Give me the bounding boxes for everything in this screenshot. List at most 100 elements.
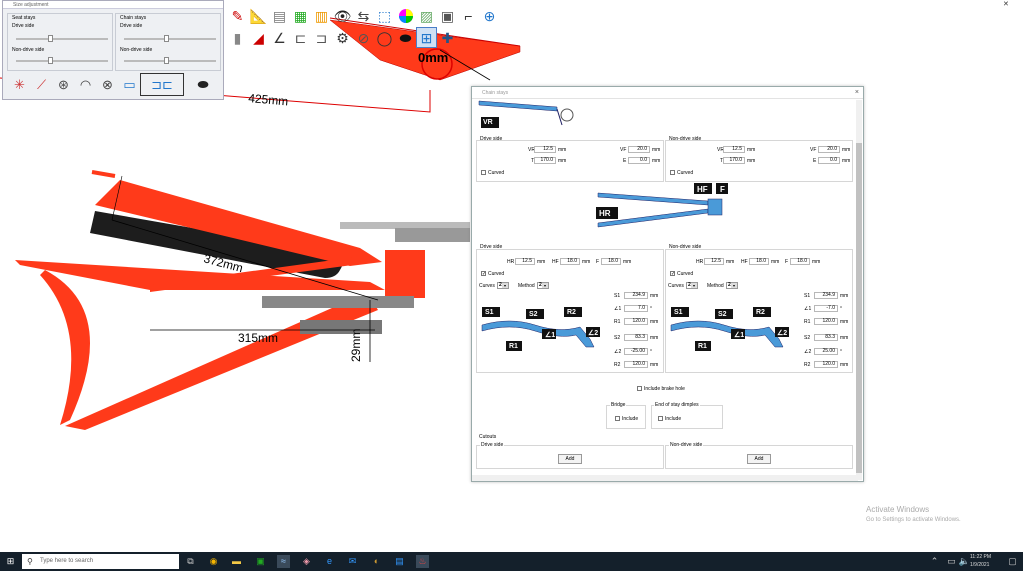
window-close-icon[interactable]: ✕ xyxy=(1003,0,1009,8)
app-icon-3[interactable]: ◐ xyxy=(370,555,383,568)
taskbar-search[interactable]: ⚲ Type here to search xyxy=(22,554,179,569)
chain-non-drive-slider[interactable] xyxy=(124,57,216,64)
scrollbar-thumb[interactable] xyxy=(856,143,862,473)
a2-drive-input[interactable]: -25.00 xyxy=(624,348,648,355)
t-drive-input[interactable]: 170.0 xyxy=(534,157,556,164)
network-icon[interactable]: ▭ xyxy=(945,555,958,568)
chainstay-part-icon[interactable]: ⊐⊏ xyxy=(140,73,184,96)
hf-drive-input[interactable]: 18.0 xyxy=(560,258,580,265)
mail-icon[interactable]: ✉ xyxy=(346,555,359,568)
r2-drive-input[interactable]: 120.0 xyxy=(624,361,648,368)
material-icon[interactable]: ⬚ xyxy=(375,6,394,25)
capsule-icon[interactable]: ⬬ xyxy=(396,28,415,47)
r2-nondrive-input[interactable]: 120.0 xyxy=(814,361,838,368)
s1-drive-input[interactable]: 234.9 xyxy=(624,292,648,299)
clock-time[interactable]: 11:22 PM xyxy=(970,554,991,560)
angle-icon[interactable]: ∠ xyxy=(270,28,289,47)
method-drive-select[interactable]: 2 ▾ xyxy=(537,282,549,289)
move-icon[interactable]: ⊕ xyxy=(480,6,499,25)
tray-chevron-icon[interactable]: ⌃ xyxy=(928,555,941,568)
chainstay-tool-icon[interactable]: ⊞ xyxy=(416,27,437,48)
stay-part-icon[interactable]: ▭ xyxy=(119,74,140,95)
e-nondrive-input[interactable]: 0.0 xyxy=(818,157,840,164)
saddle-part-icon[interactable]: ⬬ xyxy=(185,74,221,95)
app-icon-5[interactable]: ♨ xyxy=(416,555,429,568)
stripes-icon[interactable]: ▥ xyxy=(312,6,331,25)
hr-drive-input[interactable]: 12.5 xyxy=(515,258,535,265)
cross-icon[interactable]: ✚ xyxy=(438,28,457,47)
ruler-icon[interactable]: 📐 xyxy=(249,6,268,25)
rim-part-icon[interactable]: ⊗ xyxy=(97,74,118,95)
active-app-icon[interactable]: ≈ xyxy=(277,555,290,568)
document-icon[interactable]: ▤ xyxy=(270,6,289,25)
curves-nondrive-select[interactable]: 2 ▾ xyxy=(686,282,698,289)
r1-nondrive-input[interactable]: 120.0 xyxy=(814,318,838,325)
clock-date[interactable]: 1/9/2021 xyxy=(970,562,989,568)
r1-drive-input[interactable]: 120.0 xyxy=(624,318,648,325)
t-nondrive-input[interactable]: 170.0 xyxy=(723,157,745,164)
chain-drive-slider[interactable] xyxy=(124,35,216,42)
a1-nondrive-input[interactable]: -7.0 xyxy=(814,305,838,312)
s2-drive-input[interactable]: 83.3 xyxy=(624,334,648,341)
file-explorer-icon[interactable]: ▬ xyxy=(230,555,243,568)
lug-icon[interactable]: ⊏ xyxy=(291,28,310,47)
dimples-include-checkbox[interactable] xyxy=(658,416,663,421)
chrome-icon[interactable]: ◉ xyxy=(207,555,220,568)
cube-icon[interactable]: ▣ xyxy=(438,6,457,25)
f-drive-input[interactable]: 18.0 xyxy=(601,258,621,265)
horizontal-scrollbar[interactable] xyxy=(472,475,858,481)
chain-nondrive-curved-checkbox[interactable]: ✓ xyxy=(670,271,675,277)
s1-nondrive-input[interactable]: 234.9 xyxy=(814,292,838,299)
excel-icon[interactable]: ▣ xyxy=(254,555,267,568)
r1-nondrive-unit: mm xyxy=(840,319,849,325)
frame-geometry-icon[interactable]: ✎ xyxy=(228,6,247,25)
start-icon[interactable]: ⊞ xyxy=(4,555,17,568)
seat-non-drive-slider[interactable] xyxy=(16,57,108,64)
hr-nondrive-input[interactable]: 12.5 xyxy=(704,258,724,265)
paint-icon[interactable]: ▦ xyxy=(291,6,310,25)
disc-part-icon[interactable]: ⊛ xyxy=(53,74,74,95)
a2-nondrive-input[interactable]: 25.00 xyxy=(814,348,838,355)
brake-hole-checkbox[interactable] xyxy=(637,386,642,391)
close-icon[interactable]: × xyxy=(855,89,859,96)
seat-nondrive-curved-checkbox[interactable] xyxy=(670,170,675,175)
add-cutout-nondrive-button[interactable]: Add xyxy=(747,454,771,464)
app-icon-2[interactable]: ◈ xyxy=(300,555,313,568)
cursor-icon[interactable]: ⇆ xyxy=(354,6,373,25)
ring-icon[interactable]: ◯ xyxy=(375,28,394,47)
notification-icon[interactable]: ▢ xyxy=(1006,555,1019,568)
seatpost-icon[interactable]: ▮ xyxy=(228,28,247,47)
seat-drive-curved-checkbox[interactable] xyxy=(481,170,486,175)
vr-drive-input[interactable]: 12.5 xyxy=(534,146,556,153)
e-drive-input[interactable]: 0.0 xyxy=(628,157,650,164)
seat-drive-slider[interactable] xyxy=(16,35,108,42)
method-nondrive-select[interactable]: 2 ▾ xyxy=(726,282,738,289)
arc-part-icon[interactable]: ◠ xyxy=(75,74,96,95)
color-wheel-icon[interactable] xyxy=(396,6,415,25)
vf-drive-input[interactable]: 20.0 xyxy=(628,146,650,153)
chain-drive-curved-checkbox[interactable]: ✓ xyxy=(481,271,486,277)
s2-drive-tag: S2 xyxy=(529,311,538,318)
stay-icon[interactable]: ◢ xyxy=(249,28,268,47)
bridge-include-checkbox[interactable] xyxy=(615,416,620,421)
stickers-icon[interactable]: ▨ xyxy=(417,6,436,25)
dropout-icon[interactable]: ⚙ xyxy=(333,28,352,47)
s2-nondrive-input[interactable]: 83.3 xyxy=(814,334,838,341)
corner-icon[interactable]: ⌐ xyxy=(459,6,478,25)
vr-nondrive-input[interactable]: 12.5 xyxy=(723,146,745,153)
task-view-icon[interactable]: ⧉ xyxy=(184,555,197,568)
app-icon-4[interactable]: ▤ xyxy=(393,555,406,568)
curves-drive-select[interactable]: 2 ▾ xyxy=(497,282,509,289)
f-nondrive-input[interactable]: 18.0 xyxy=(790,258,810,265)
edge-icon[interactable]: e xyxy=(323,555,336,568)
eye-icon[interactable]: 👁 xyxy=(333,6,352,25)
wheel-part-icon[interactable]: ✳ xyxy=(9,74,30,95)
fork-part-icon[interactable]: ⟋ xyxy=(31,74,52,95)
a1-drive-input[interactable]: 7.0 xyxy=(624,305,648,312)
vf-nondrive-input[interactable]: 20.0 xyxy=(818,146,840,153)
bracket-icon[interactable]: ⊐ xyxy=(312,28,331,47)
add-cutout-drive-button[interactable]: Add xyxy=(558,454,582,464)
tube-icon[interactable]: ⊘ xyxy=(354,28,373,47)
e-nondrive-unit: mm xyxy=(842,158,851,164)
hf-nondrive-input[interactable]: 18.0 xyxy=(749,258,769,265)
